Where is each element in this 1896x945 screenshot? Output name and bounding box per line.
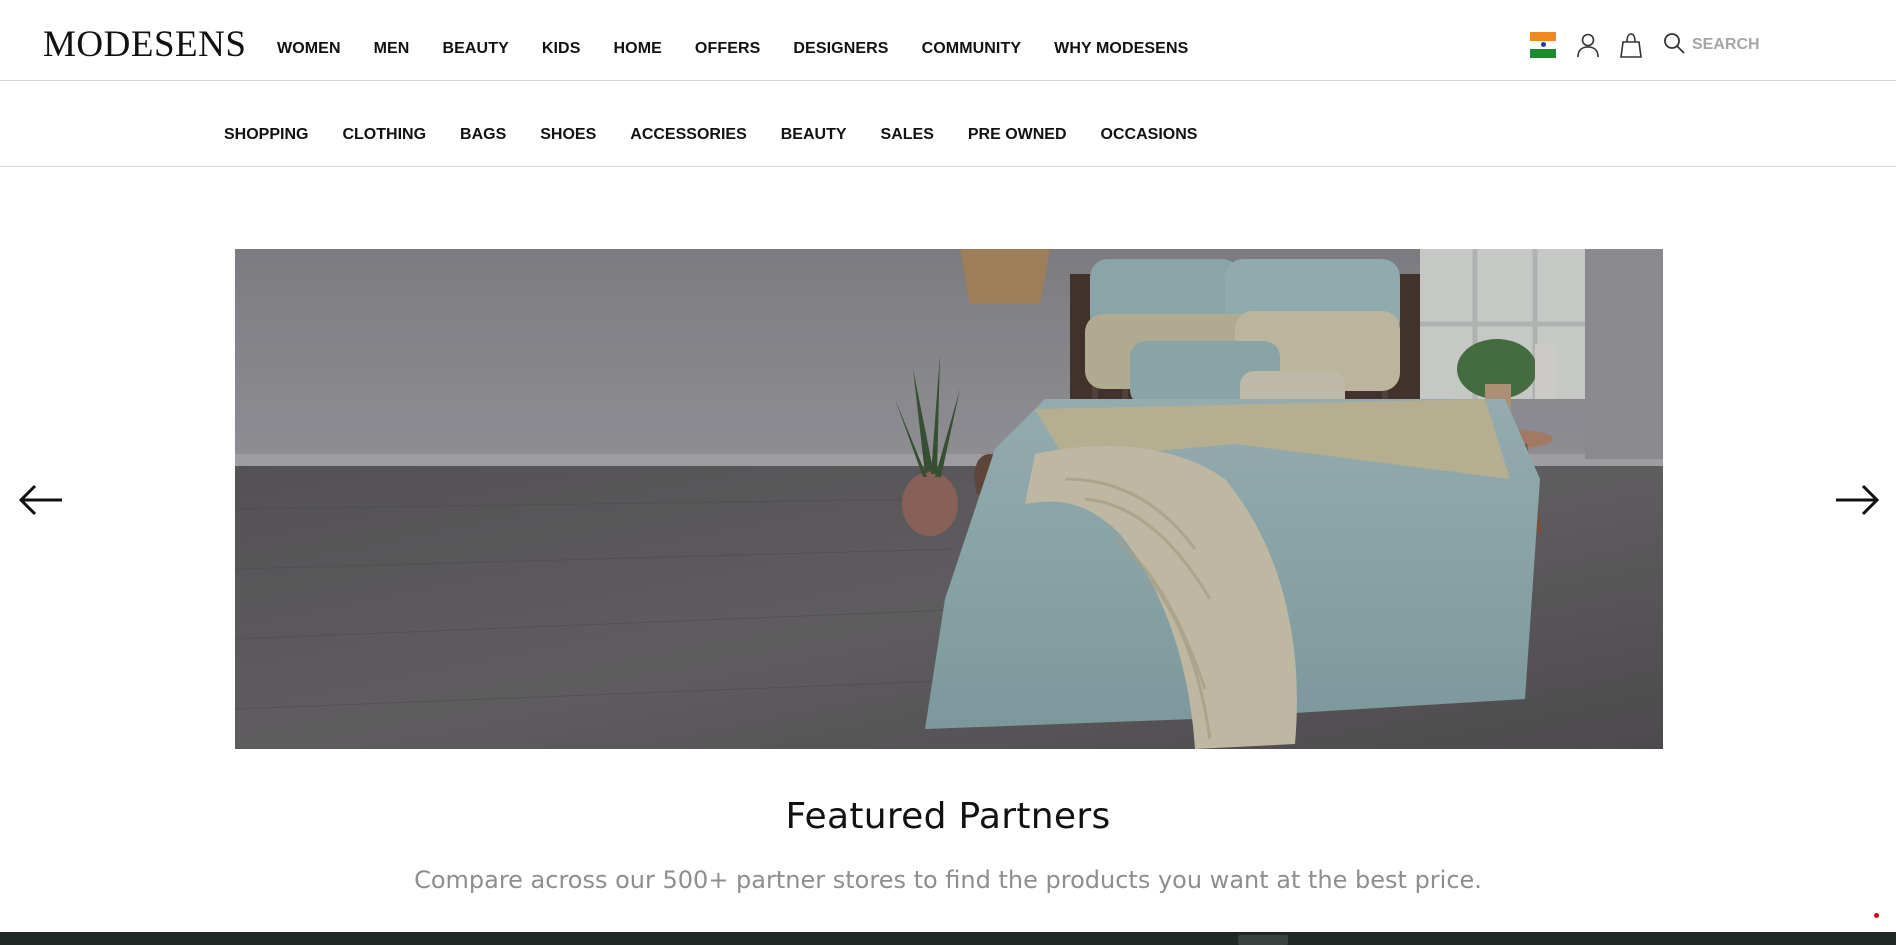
os-taskbar [0, 932, 1896, 945]
carousel-prev-button[interactable] [17, 480, 65, 520]
arrow-left-icon [18, 484, 62, 516]
search-icon[interactable] [1663, 32, 1685, 59]
nav-men[interactable]: MEN [374, 40, 410, 58]
nav-kids[interactable]: KIDS [542, 40, 581, 58]
arrow-right-icon [1836, 484, 1880, 516]
nav-designers[interactable]: DESIGNERS [793, 40, 888, 58]
search-box [1663, 32, 1812, 59]
subnav-clothing[interactable]: CLOTHING [342, 126, 426, 144]
top-header: MODESENS WOMEN MEN BEAUTY KIDS HOME OFFE… [0, 0, 1896, 81]
nav-home[interactable]: HOME [614, 40, 662, 58]
taskbar-item[interactable] [1238, 935, 1288, 945]
subnav-beauty[interactable]: BEAUTY [781, 126, 847, 144]
search-input[interactable] [1692, 36, 1812, 54]
user-icon[interactable] [1575, 31, 1601, 59]
featured-partners-heading: Featured Partners [785, 796, 1111, 837]
nav-women[interactable]: WOMEN [277, 40, 341, 58]
header-utilities [1530, 31, 1812, 59]
subnav-shopping[interactable]: SHOPPING [224, 126, 308, 144]
subnav-accessories[interactable]: ACCESSORIES [630, 126, 746, 144]
subnav-occasions[interactable]: OCCASIONS [1101, 126, 1198, 144]
main-nav: WOMEN MEN BEAUTY KIDS HOME OFFERS DESIGN… [277, 40, 1221, 58]
subnav-bags[interactable]: BAGS [460, 126, 506, 144]
sub-nav: SHOPPING CLOTHING BAGS SHOES ACCESSORIES… [0, 81, 1896, 167]
nav-beauty[interactable]: BEAUTY [442, 40, 508, 58]
nav-why-modesens[interactable]: WHY MODESENS [1054, 40, 1188, 58]
nav-offers[interactable]: OFFERS [695, 40, 761, 58]
nav-community[interactable]: COMMUNITY [922, 40, 1022, 58]
subnav-pre-owned[interactable]: PRE OWNED [968, 126, 1067, 144]
carousel-next-button[interactable] [1833, 480, 1881, 520]
shopping-bag-icon[interactable] [1618, 31, 1644, 59]
modesens-logo[interactable]: MODESENS [43, 26, 246, 63]
notification-dot [1874, 913, 1879, 918]
featured-partners-subtitle: Compare across our 500+ partner stores t… [414, 866, 1482, 894]
subnav-sales[interactable]: SALES [881, 126, 934, 144]
subnav-shoes[interactable]: SHOES [540, 126, 596, 144]
india-flag-icon[interactable] [1530, 32, 1556, 59]
hero-banner-image[interactable] [235, 249, 1663, 749]
